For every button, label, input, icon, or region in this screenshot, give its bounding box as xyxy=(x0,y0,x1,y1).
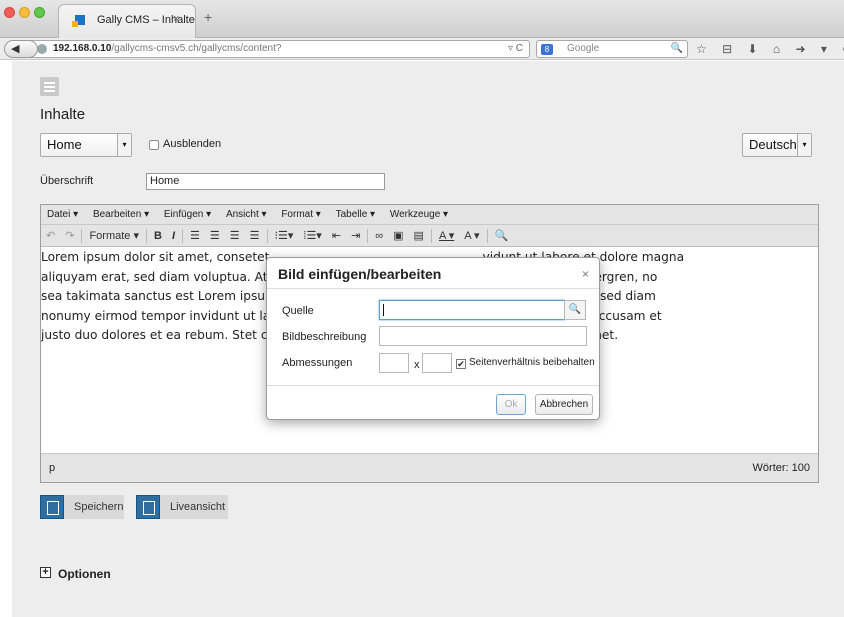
favicon-icon xyxy=(72,15,85,27)
browser-tab[interactable]: Gally CMS – Inhalte × xyxy=(58,4,196,38)
menu-format[interactable]: Format ▾ xyxy=(275,205,326,225)
source-label: Quelle xyxy=(282,305,314,317)
keep-ratio-label: Seitenverhältnis beibehalten xyxy=(469,357,595,368)
align-center-icon[interactable]: ☰ xyxy=(205,225,225,247)
url-path: /gallycms-cmsv5.ch/gallycms/content? xyxy=(111,43,282,54)
browse-icon[interactable]: 🔍 xyxy=(564,300,586,320)
dimensions-separator: x xyxy=(414,359,420,371)
bullet-list-icon[interactable]: ⁝☰▾ xyxy=(270,225,299,247)
menu-bearbeiten[interactable]: Bearbeiten ▾ xyxy=(87,205,155,225)
search-field[interactable]: 8 Google 🔍 xyxy=(536,40,688,58)
link-icon[interactable]: ∞ xyxy=(370,225,388,247)
preview-label: Liveansicht xyxy=(170,501,226,513)
menu-einfuegen[interactable]: Einfügen ▾ xyxy=(158,205,217,225)
editor-menubar: Datei ▾ Bearbeiten ▾ Einfügen ▾ Ansicht … xyxy=(41,205,818,225)
save-button[interactable]: Speichern xyxy=(40,495,124,519)
cancel-button[interactable]: Abbrechen xyxy=(535,394,593,415)
title-bar: Gally CMS – Inhalte × + xyxy=(0,0,844,38)
browser-toolbar-icons[interactable]: ☆ ⊟ ⬇ ⌂ ➜ ▾ ⊕ ≡ xyxy=(696,40,844,58)
bold-icon[interactable]: B xyxy=(149,225,167,247)
dialog-footer-divider xyxy=(267,385,599,386)
description-input[interactable] xyxy=(379,326,587,346)
menu-ansicht[interactable]: Ansicht ▾ xyxy=(220,205,273,225)
language-select[interactable]: Deutsch ▾ xyxy=(742,133,812,157)
align-justify-icon[interactable]: ☰ xyxy=(245,225,265,247)
hide-checkbox-label: Ausblenden xyxy=(163,138,222,150)
reload-icon[interactable]: ▿ C xyxy=(508,41,523,57)
page-select[interactable]: Home ▾ xyxy=(40,133,132,157)
navigation-bar: 192.168.0.10/gallycms-cmsv5.ch/gallycms/… xyxy=(0,38,844,60)
keep-ratio-checkbox[interactable]: ✔ xyxy=(456,359,466,369)
indent-icon[interactable]: ⇥ xyxy=(346,225,365,247)
zoom-window-button[interactable] xyxy=(34,7,45,18)
search-icon[interactable]: 🔍 xyxy=(671,41,683,57)
undo-icon[interactable]: ↶ xyxy=(41,225,60,247)
word-count: Wörter: 100 xyxy=(752,462,810,474)
page-select-value: Home xyxy=(47,137,82,152)
redo-icon[interactable]: ↷ xyxy=(60,225,79,247)
preview-icon xyxy=(136,495,160,519)
expand-options-icon[interactable]: + xyxy=(40,567,51,578)
menu-datei[interactable]: Datei ▾ xyxy=(41,205,84,225)
dialog-header-divider xyxy=(267,288,599,289)
align-left-icon[interactable]: ☰ xyxy=(185,225,205,247)
search-engine-icon[interactable]: 8 xyxy=(541,44,553,55)
editor-toolbar: ↶ ↷ Formate ▾ B I ☰ ☰ ☰ ☰ ⁝☰▾ ⁞☰▾ ⇤ ⇥ ∞ ▣ ▤ A ▾ A ▾ 🔍 xyxy=(41,225,818,247)
heading-input[interactable]: Home xyxy=(146,173,385,190)
page-title: Inhalte xyxy=(40,106,86,123)
align-right-icon[interactable]: ☰ xyxy=(225,225,245,247)
media-icon[interactable]: ▤ xyxy=(409,225,429,247)
height-input[interactable] xyxy=(422,353,452,373)
url-host: 192.168.0.10 xyxy=(53,43,112,54)
outdent-icon[interactable]: ⇤ xyxy=(327,225,346,247)
preview-button[interactable]: Liveansicht xyxy=(136,495,228,519)
menu-tabelle[interactable]: Tabelle ▾ xyxy=(330,205,382,225)
hide-checkbox[interactable] xyxy=(149,140,159,150)
menu-werkzeuge[interactable]: Werkzeuge ▾ xyxy=(384,205,454,225)
heading-label: Überschrift xyxy=(40,175,94,187)
description-label: Bildbeschreibung xyxy=(282,331,367,343)
source-input[interactable] xyxy=(379,300,565,320)
save-icon xyxy=(40,495,64,519)
text-color-icon[interactable]: A ▾ xyxy=(434,225,459,247)
close-window-button[interactable] xyxy=(4,7,15,18)
chevron-down-icon: ▾ xyxy=(797,134,811,156)
editor-statusbar: p Wörter: 100 xyxy=(41,453,818,482)
ok-button[interactable]: Ok xyxy=(496,394,526,415)
formats-dropdown[interactable]: Formate ▾ xyxy=(84,225,144,247)
browser-window: Gally CMS – Inhalte × + 192.168.0.10/gal… xyxy=(0,0,844,617)
image-dialog: Bild einfügen/bearbeiten × Quelle 🔍 Bild… xyxy=(266,257,600,420)
dialog-title: Bild einfügen/bearbeiten xyxy=(278,266,442,282)
italic-icon[interactable]: I xyxy=(167,225,180,247)
minimize-window-button[interactable] xyxy=(19,7,30,18)
dimensions-label: Abmessungen xyxy=(282,357,353,369)
element-path[interactable]: p xyxy=(49,454,55,483)
address-bar[interactable]: 192.168.0.10/gallycms-cmsv5.ch/gallycms/… xyxy=(30,40,530,58)
background-color-icon[interactable]: A ▾ xyxy=(459,225,484,247)
back-button[interactable]: ◀ xyxy=(4,40,38,58)
file-manager-icon[interactable]: 🔍 xyxy=(490,225,514,247)
width-input[interactable] xyxy=(379,353,409,373)
numbered-list-icon[interactable]: ⁞☰▾ xyxy=(298,225,326,247)
site-info-icon[interactable] xyxy=(37,44,47,54)
save-label: Speichern xyxy=(74,501,124,513)
new-tab-button[interactable]: + xyxy=(204,9,212,25)
tab-close-icon[interactable]: × xyxy=(173,13,179,25)
chevron-down-icon: ▾ xyxy=(117,134,131,156)
search-placeholder: Google xyxy=(567,43,600,54)
image-icon[interactable]: ▣ xyxy=(388,225,408,247)
language-select-value: Deutsch xyxy=(749,137,797,152)
tab-title: Gally CMS – Inhalte xyxy=(97,14,195,26)
close-icon[interactable]: × xyxy=(582,267,589,281)
menu-icon[interactable] xyxy=(40,77,59,96)
options-toggle[interactable]: Optionen xyxy=(58,567,111,581)
